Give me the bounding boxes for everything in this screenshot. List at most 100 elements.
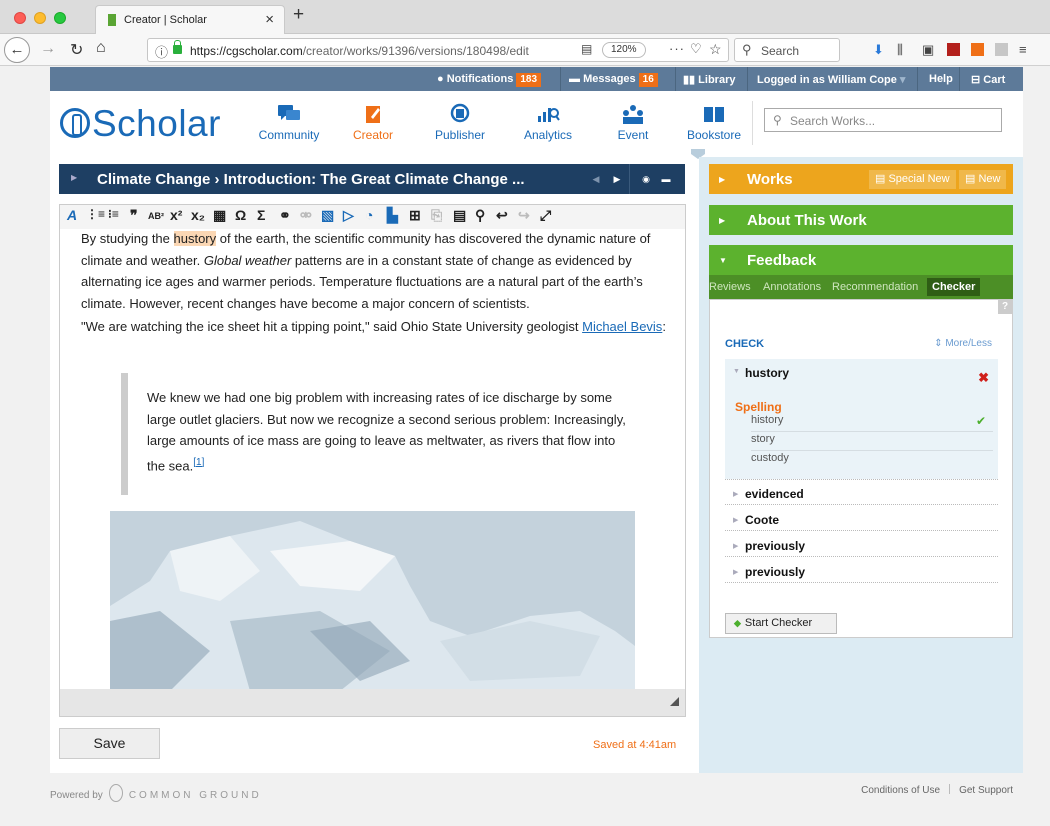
expand-arrow-icon[interactable]: ▶ — [71, 173, 77, 182]
previous-section-icon[interactable]: ◀ — [587, 170, 605, 188]
undo-icon[interactable]: ↩ — [496, 207, 508, 224]
pdf-extension-icon[interactable] — [947, 43, 960, 56]
special-new-button[interactable]: ▤ Special New — [869, 170, 956, 189]
cart-link[interactable]: ⊟ Cart — [971, 73, 1005, 86]
scholar-logo[interactable]: Scholar — [60, 103, 221, 145]
reload-icon[interactable]: ↻ — [70, 40, 83, 60]
sidebar-icon[interactable]: ▣ — [922, 42, 934, 58]
nav-creator[interactable]: Creator — [333, 103, 413, 142]
downloads-icon[interactable]: ⬇ — [873, 42, 884, 58]
flagged-word[interactable]: evidenced — [745, 487, 804, 501]
close-tab-icon[interactable]: × — [265, 11, 274, 28]
pocket-icon[interactable]: ♡ — [690, 41, 702, 57]
paste-icon[interactable]: ▤ — [453, 207, 466, 224]
michael-bevis-link[interactable]: Michael Bevis — [582, 319, 662, 334]
browser-search-input[interactable]: ⚲ Search — [734, 38, 840, 62]
url-bar[interactable]: ⓘ https://cgscholar.com/creator/works/91… — [147, 38, 729, 62]
library-link[interactable]: ▮▮ Library — [683, 73, 735, 86]
library-icon[interactable]: ⫼ — [897, 42, 903, 58]
next-section-icon[interactable]: ▶ — [608, 170, 626, 188]
superscript-icon[interactable]: x² — [170, 207, 182, 223]
suggestion-item[interactable]: history ✔ — [751, 414, 993, 432]
dismiss-icon[interactable]: ✖ — [978, 370, 989, 386]
search-works-input[interactable]: ⚲ Search Works... — [764, 108, 1002, 132]
nav-analytics[interactable]: Analytics — [508, 103, 588, 142]
embed-icon[interactable]: ⊞ — [409, 207, 421, 224]
blockquote-icon[interactable]: ❞ — [130, 207, 138, 224]
copy-icon[interactable]: ⎘ — [431, 207, 442, 224]
close-window-button[interactable] — [14, 12, 26, 24]
current-word[interactable]: hustory — [745, 366, 789, 380]
fullscreen-icon[interactable]: ⤢ — [540, 207, 551, 224]
editor-content[interactable]: By studying the hustory of the earth, th… — [59, 229, 686, 689]
logged-in-user[interactable]: Logged in as William Cope ▾ — [757, 73, 905, 86]
insert-media-icon[interactable]: ◔ — [365, 207, 373, 223]
reader-view-icon[interactable]: ▤ — [581, 42, 592, 56]
zoom-level[interactable]: 120% — [602, 42, 646, 58]
scholar-extension-icon[interactable] — [971, 43, 984, 56]
feedback-panel-header[interactable]: ▼ Feedback — [709, 245, 1013, 275]
back-arrow-icon[interactable]: ← — [4, 37, 30, 63]
site-info-icon[interactable]: ⓘ — [155, 42, 168, 61]
expand-arrow-icon[interactable]: ▶ — [733, 568, 738, 576]
table-icon[interactable]: ▦ — [213, 207, 226, 224]
special-character-icon[interactable]: Ω — [235, 207, 246, 223]
insert-video-icon[interactable]: ▷ — [343, 207, 354, 224]
nav-publisher[interactable]: Publisher — [420, 103, 500, 142]
nav-community[interactable]: Community — [249, 103, 329, 142]
expand-arrow-icon[interactable]: ▶ — [733, 490, 738, 498]
home-icon[interactable]: ⌂ — [96, 39, 106, 57]
help-icon[interactable]: ? — [998, 300, 1012, 314]
notifications-link[interactable]: ● Notifications 183 — [437, 73, 542, 87]
find-icon[interactable]: ⚲ — [475, 207, 485, 224]
text-style-icon[interactable]: A — [67, 207, 77, 223]
extension-icon[interactable] — [995, 43, 1008, 56]
print-icon[interactable]: ▬ — [657, 170, 675, 188]
insert-image-icon[interactable]: ▧ — [321, 207, 334, 224]
messages-link[interactable]: ▬ Messages 16 — [569, 73, 658, 87]
misspelled-word[interactable]: hustory — [173, 231, 217, 246]
more-less-toggle[interactable]: ⇕ More/Less — [934, 338, 992, 349]
support-link[interactable]: Get Support — [959, 785, 1013, 796]
footnote-link[interactable]: [1] — [193, 457, 204, 468]
abbreviation-icon[interactable]: AB² — [148, 211, 164, 221]
expand-arrow-icon[interactable]: ▶ — [733, 516, 738, 524]
conditions-link[interactable]: Conditions of Use — [861, 785, 940, 796]
preview-eye-icon[interactable]: ◉ — [637, 170, 655, 188]
tab-checker[interactable]: Checker — [927, 278, 981, 296]
tab-recommendation[interactable]: Recommendation — [832, 281, 918, 293]
unlink-icon[interactable]: ⚮ — [300, 207, 312, 224]
subscript-icon[interactable]: x₂ — [191, 207, 205, 223]
new-tab-icon[interactable]: + — [293, 4, 304, 26]
page-actions-icon[interactable]: ··· — [669, 41, 685, 56]
suggestion-item[interactable]: story — [751, 433, 993, 451]
insert-file-icon[interactable]: ▙ — [387, 207, 398, 224]
flagged-word[interactable]: Coote — [745, 513, 779, 527]
nav-bookstore[interactable]: Bookstore — [674, 103, 754, 142]
expand-arrow-icon[interactable]: ▶ — [733, 542, 738, 550]
numbered-list-icon[interactable]: ⋮≡ — [86, 207, 105, 221]
nav-event[interactable]: Event — [593, 103, 673, 142]
save-button[interactable]: Save — [59, 728, 160, 759]
start-checker-button[interactable]: ◆ Start Checker — [725, 613, 837, 634]
bookmark-star-icon[interactable]: ☆ — [709, 41, 722, 58]
help-link[interactable]: Help — [929, 73, 953, 85]
new-button[interactable]: ▤ New — [959, 170, 1007, 189]
bullet-list-icon[interactable]: ⁝≡ — [108, 207, 119, 221]
browser-tab[interactable]: Creator | Scholar × — [95, 5, 285, 34]
tab-annotations[interactable]: Annotations — [763, 281, 821, 293]
tab-reviews[interactable]: Reviews — [709, 281, 751, 293]
flagged-word[interactable]: previously — [745, 539, 805, 553]
works-panel-header[interactable]: ▶ Works ▤ Special New ▤ New — [709, 164, 1013, 194]
suggestion-item[interactable]: custody — [751, 452, 993, 470]
forward-arrow-icon[interactable]: → — [40, 40, 56, 58]
math-icon[interactable]: Σ — [257, 207, 265, 223]
maximize-window-button[interactable] — [54, 12, 66, 24]
flagged-word[interactable]: previously — [745, 565, 805, 579]
about-panel-header[interactable]: ▶ About This Work — [709, 205, 1013, 235]
resize-handle-icon[interactable] — [670, 697, 679, 706]
accept-check-icon[interactable]: ✔ — [976, 414, 986, 428]
collapse-arrow-icon[interactable]: ▼ — [733, 368, 740, 375]
link-icon[interactable]: ⚭ — [279, 207, 291, 224]
menu-icon[interactable]: ≡ — [1019, 42, 1027, 57]
